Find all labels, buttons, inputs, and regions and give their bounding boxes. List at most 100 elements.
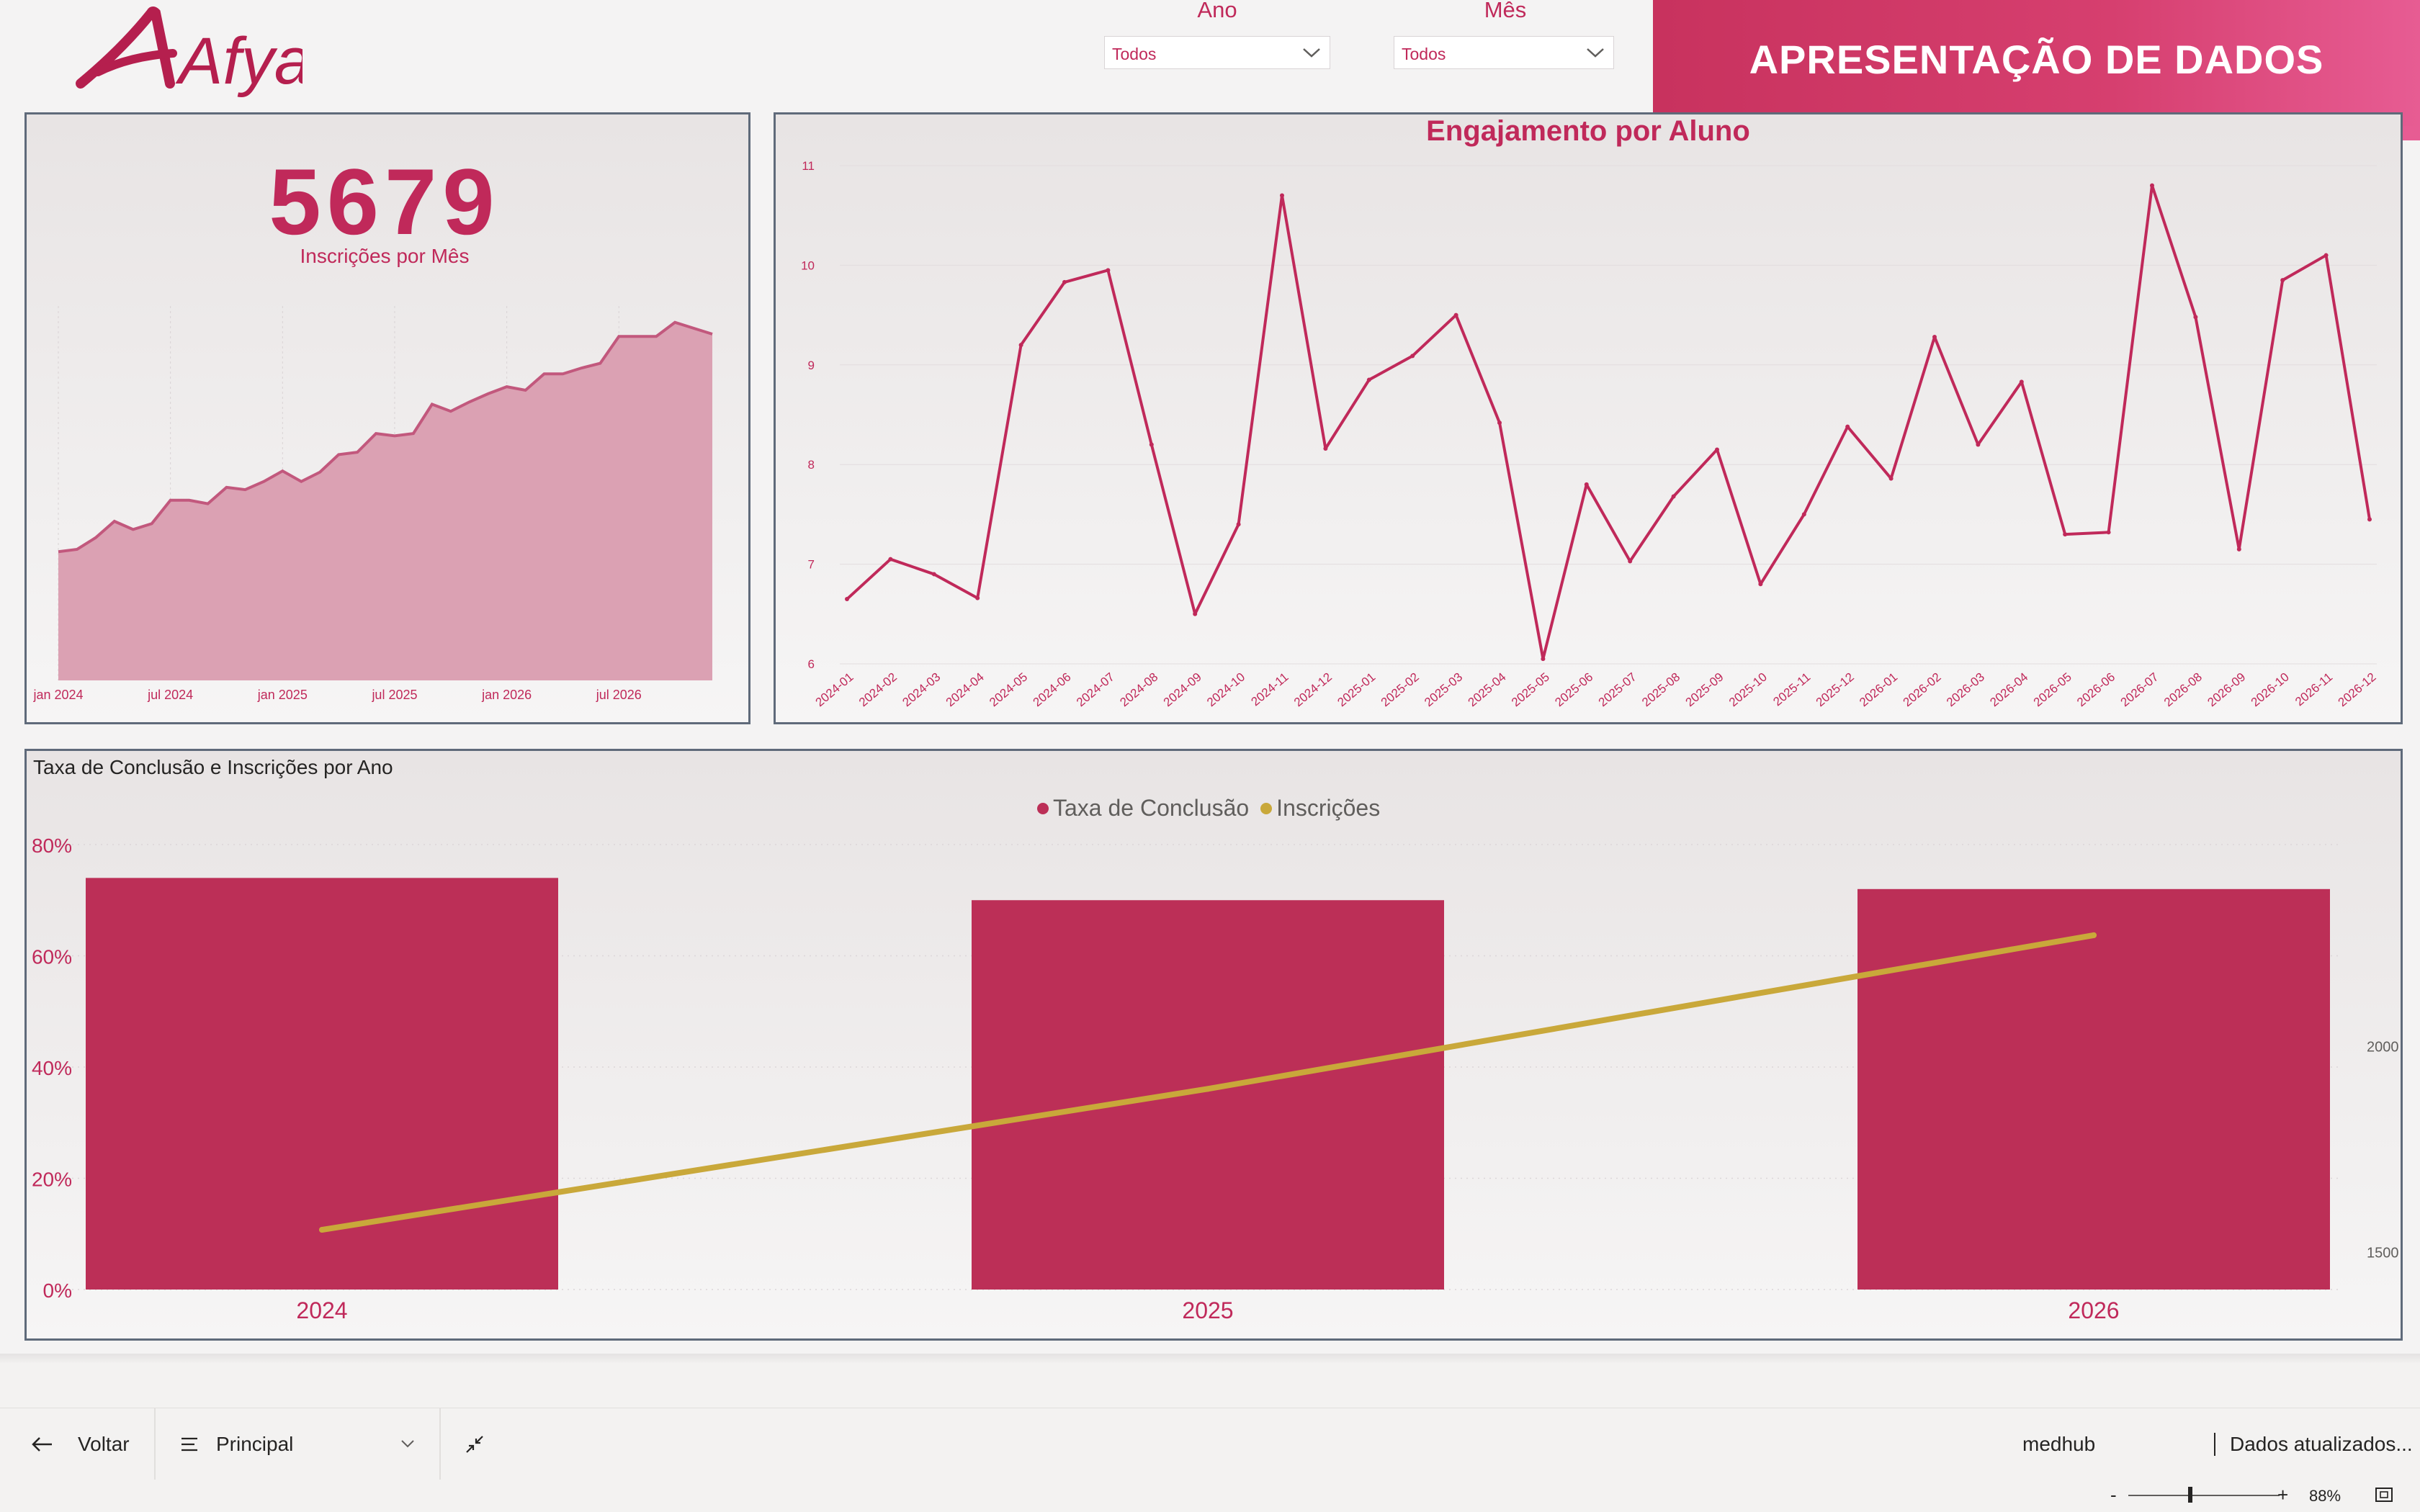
- data-point[interactable]: [1149, 442, 1154, 447]
- x-tick-label: 2025-11: [1770, 670, 1813, 709]
- fit-to-page-icon[interactable]: [2374, 1485, 2394, 1504]
- zoom-slider[interactable]: [2128, 1495, 2280, 1496]
- data-point[interactable]: [1106, 268, 1111, 273]
- y-tick-label: 80%: [32, 834, 72, 857]
- chevron-down-icon: [1303, 48, 1320, 58]
- data-point[interactable]: [1410, 354, 1415, 359]
- bar-conclusion-2025[interactable]: [972, 900, 1444, 1290]
- data-point[interactable]: [1018, 343, 1023, 348]
- data-point[interactable]: [2106, 530, 2111, 535]
- engagement-line-chart[interactable]: 678910112024-01 2024-02 2024-03 2024-04 2024…: [774, 112, 2403, 724]
- afya-logo: Afya: [76, 6, 302, 98]
- x-tick-label: 2025: [1182, 1297, 1233, 1323]
- x-tick-label: 2024-04: [944, 670, 987, 710]
- x-tick-label: 2026-12: [2336, 670, 2379, 710]
- data-point[interactable]: [1323, 446, 1328, 451]
- x-tick-label: 2026: [2068, 1297, 2119, 1323]
- report-navigation-bar: Voltar Principal medhub Dados atualizado…: [0, 1408, 2420, 1480]
- data-point[interactable]: [1062, 279, 1067, 284]
- data-point[interactable]: [2367, 517, 2372, 522]
- data-point[interactable]: [1280, 193, 1284, 198]
- x-tick-label: 2025-01: [1335, 670, 1378, 710]
- zoom-in-button[interactable]: +: [2277, 1484, 2288, 1506]
- enrollment-area-chart[interactable]: jan 2024 jul 2024 jan 2025 jul 2025 jan 2026…: [24, 302, 750, 720]
- data-point[interactable]: [2323, 253, 2329, 258]
- zoom-level: 88%: [2309, 1487, 2341, 1505]
- month-filter-value: Todos: [1402, 45, 1446, 63]
- month-filter-dropdown[interactable]: Todos: [1394, 36, 1614, 69]
- x-tick-label: 2025-03: [1422, 670, 1465, 710]
- kpi-value: 5679: [269, 149, 501, 254]
- year-filter-label: Ano: [1197, 0, 1237, 22]
- point-enrollments-2024[interactable]: [319, 1227, 325, 1233]
- x-tick-label: 2026-02: [1901, 670, 1944, 710]
- y-tick-label: 40%: [32, 1057, 72, 1079]
- data-point[interactable]: [1888, 476, 1894, 481]
- data-point[interactable]: [1236, 522, 1241, 527]
- data-point[interactable]: [1801, 512, 1806, 517]
- data-point[interactable]: [2063, 532, 2068, 537]
- y-tick-label: 10: [801, 258, 815, 272]
- x-tick-label: 2026-11: [2293, 670, 2335, 709]
- zoom-out-button[interactable]: -: [2110, 1484, 2117, 1506]
- x-tick-label: jan 2024: [32, 688, 83, 702]
- year-filter-value: Todos: [1112, 45, 1157, 63]
- data-point[interactable]: [1366, 377, 1371, 382]
- data-point[interactable]: [1976, 442, 1981, 447]
- x-tick-label: jan 2026: [481, 688, 532, 702]
- point-enrollments-2025[interactable]: [1205, 1086, 1211, 1092]
- data-point[interactable]: [888, 557, 893, 562]
- x-tick-label: 2026-10: [2249, 670, 2292, 710]
- data-point[interactable]: [1628, 559, 1633, 564]
- data-point[interactable]: [1932, 335, 1937, 340]
- data-point[interactable]: [2236, 546, 2241, 552]
- x-tick-label: 2026-05: [2031, 670, 2074, 710]
- collapse-button[interactable]: [464, 1408, 485, 1480]
- x-tick-label: 2026-03: [1944, 670, 1987, 710]
- page-list-icon: [182, 1437, 197, 1452]
- chevron-down-icon: [1587, 48, 1604, 58]
- x-tick-label: 2024-02: [856, 670, 900, 710]
- kpi-label: Inscrições por Mês: [300, 245, 470, 267]
- engagement-line: [846, 184, 2371, 661]
- data-point[interactable]: [1193, 611, 1198, 616]
- data-point[interactable]: [1453, 312, 1458, 318]
- data-point[interactable]: [1845, 424, 1850, 429]
- page-selector[interactable]: Principal: [180, 1408, 425, 1480]
- x-tick-label: jan 2025: [257, 688, 308, 702]
- y-tick-label: 8: [808, 458, 815, 472]
- x-tick-label: 2026-01: [1857, 670, 1900, 710]
- point-enrollments-2026[interactable]: [2091, 932, 2097, 938]
- data-point[interactable]: [1584, 482, 1589, 487]
- data-point[interactable]: [2150, 183, 2154, 188]
- data-point[interactable]: [975, 595, 980, 600]
- zoom-slider-handle[interactable]: [2188, 1487, 2192, 1503]
- data-point[interactable]: [2280, 278, 2285, 283]
- bar-conclusion-2026[interactable]: [1857, 888, 2330, 1290]
- x-tick-label: 2026-04: [1987, 670, 2030, 710]
- data-point[interactable]: [2193, 315, 2198, 320]
- x-tick-label: 2025-07: [1596, 670, 1639, 710]
- logo-wordmark: Afya: [175, 24, 302, 98]
- chevron-down-icon: [401, 1440, 414, 1448]
- data-point[interactable]: [1541, 657, 1546, 662]
- data-point[interactable]: [1497, 420, 1502, 426]
- status-bar: - + 88%: [0, 1480, 2420, 1512]
- data-point[interactable]: [931, 572, 936, 577]
- y-tick-label: 7: [808, 558, 815, 572]
- data-point[interactable]: [845, 597, 849, 602]
- combo-chart[interactable]: 0% 20% 40% 60% 80% 1500 2000 2024 2025 2026: [24, 749, 2403, 1341]
- data-point[interactable]: [1758, 582, 1763, 587]
- x-tick-label: 2024-08: [1117, 670, 1160, 710]
- x-tick-label: 2024-06: [1031, 670, 1074, 710]
- data-point[interactable]: [2019, 379, 2024, 384]
- x-tick-label: 2025-09: [1683, 670, 1726, 710]
- y-tick-label: 9: [808, 359, 815, 372]
- year-filter-dropdown[interactable]: Todos: [1104, 36, 1330, 69]
- x-tick-label: 2024-11: [1249, 670, 1291, 709]
- refresh-status[interactable]: Dados atualizados...: [2230, 1408, 2413, 1480]
- data-point[interactable]: [1715, 447, 1719, 452]
- data-point[interactable]: [1671, 494, 1676, 499]
- y-tick-label: 60%: [32, 946, 72, 968]
- back-button[interactable]: Voltar: [30, 1408, 130, 1480]
